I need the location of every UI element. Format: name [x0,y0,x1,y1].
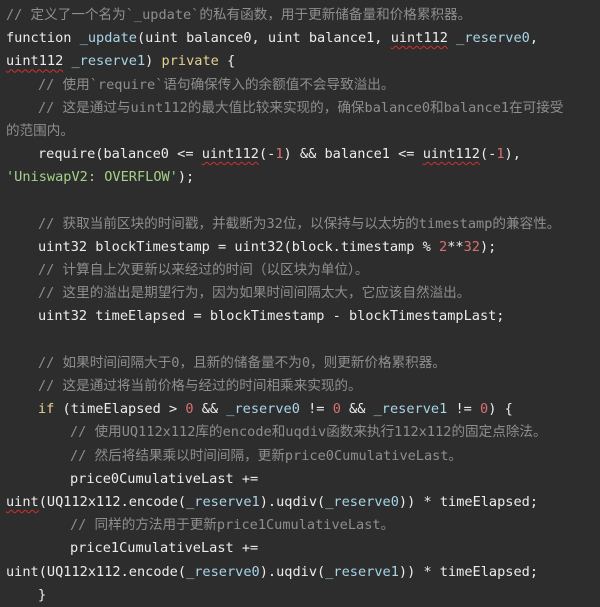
code-line: } [6,584,600,607]
number-literal: 1 [496,146,505,163]
code-comment: // 这里的溢出是期望行为，因为如果时间间隔太大，它应该自然溢出。 [38,285,471,302]
code-token: } [38,586,47,603]
spellcheck-flagged-token: uint112 [6,53,64,70]
spellcheck-flagged-token: uint112 [390,30,448,47]
spellcheck-flagged-token: uint112 [422,146,480,163]
code-token: ** [447,238,464,255]
code-line: require(balance0 <= uint112(-1) && balan… [6,143,600,166]
code-token: && [193,401,227,418]
code-comment: // 这是通过与uint112的最大值比较来实现的，确保balance0和bal… [38,99,564,116]
keyword: if [38,401,55,418]
code-token: && [340,401,374,418]
identifier: _reserve0 [456,30,530,47]
code-comment: 的范围内。 [6,122,74,139]
code-line: // 使用UQ112x112库的encode和uqdiv函数来执行112x112… [6,421,600,444]
code-token: ).uqdiv( [259,563,326,580]
code-token: (- [479,146,497,163]
identifier: _update [79,30,137,47]
code-token: != [299,401,333,418]
code-token: ) && balance1 <= [283,146,423,163]
code-line: // 定义了一个名为`_update`的私有函数，用于更新储备量和价格累积器。 [6,4,600,27]
code-comment: // 计算自上次更新以来经过的时间（以区块为单位）。 [38,262,369,279]
code-token: , [529,30,539,47]
code-line: // 同样的方法用于更新price1CumulativeLast。 [6,514,600,537]
identifier: _reserve0 [186,563,260,580]
code-token: ) { [488,401,513,418]
code-line: 'UniswapV2: OVERFLOW'); [6,166,600,189]
code-token: (timeElapsed > [54,401,186,418]
code-token: ).uqdiv( [259,493,326,510]
identifier: _reserve1 [373,401,448,418]
code-token: function [6,30,80,47]
code-token: ); [177,169,195,186]
code-token: price0CumulativeLast += [70,470,259,487]
code-token: (uint balance0, uint balance1, [136,30,391,47]
code-token: price1CumulativeLast += [70,540,259,557]
code-line: // 使用`require`语句确保传入的余额值不会导致溢出。 [6,74,600,97]
code-token: ); [479,238,497,255]
code-token: uint32 blockTimestamp = uint32(block.tim… [38,238,440,255]
code-token: != [447,401,481,418]
code-line: uint(UQ112x112.encode(_reserve0).uqdiv(_… [6,561,600,584]
code-token: )) * timeElapsed; [398,493,539,510]
number-literal: 0 [332,401,341,418]
code-token: (UQ112x112.encode( [38,493,187,510]
code-token: { [218,53,236,70]
code-line: uint(UQ112x112.encode(_reserve1).uqdiv(_… [6,491,600,514]
code-line: price0CumulativeLast += [6,468,600,491]
code-line: if (timeElapsed > 0 && _reserve0 != 0 &&… [6,398,600,421]
code-comment: // 然后将结果乘以时间间隔，更新price0CumulativeLast。 [70,447,463,464]
code-token: (- [258,146,276,163]
number-literal: 0 [480,401,489,418]
number-literal: 2 [439,238,448,255]
identifier: _reserve1 [186,493,260,510]
spellcheck-flagged-token: uint112 [201,146,259,163]
spellcheck-flagged-token: uint [6,493,39,510]
string-literal: 'UniswapV2: OVERFLOW' [6,169,178,186]
code-line: // 计算自上次更新以来经过的时间（以区块为单位）。 [6,259,600,282]
code-line: // 然后将结果乘以时间间隔，更新price0CumulativeLast。 [6,445,600,468]
number-literal: 1 [275,146,284,163]
code-comment: // 定义了一个名为`_update`的私有函数，用于更新储备量和价格累积器。 [6,7,472,23]
code-line: // 这是通过与uint112的最大值比较来实现的，确保balance0和bal… [6,97,600,120]
code-comment: // 使用`require`语句确保传入的余额值不会导致溢出。 [38,76,395,93]
identifier: _reserve0 [226,401,300,418]
code-line: function _update(uint balance0, uint bal… [6,27,600,50]
code-token: ) [145,53,162,70]
identifier: _reserve1 [325,563,399,580]
code-line: // 获取当前区块的时间戳，并截断为32位，以保持与以太坊的timestamp的… [6,213,600,236]
code-comment: // 如果时间间隔大于0，且新的储备量不为0，则更新价格累积器。 [38,354,446,371]
code-line: 的范围内。 [6,120,600,143]
code-line: uint32 blockTimestamp = uint32(block.tim… [6,236,600,259]
number-literal: 0 [185,401,194,418]
code-token: ), [504,146,521,163]
keyword: private [161,53,219,70]
code-line: // 如果时间间隔大于0，且新的储备量不为0，则更新价格累积器。 [6,352,600,375]
code-comment: // 这是通过将当前价格与经过的时间相乘来实现的。 [38,378,362,394]
code-line: // 这是通过将当前价格与经过的时间相乘来实现的。 [6,375,600,398]
code-token: uint(UQ112x112.encode( [6,563,187,580]
code-line: uint112 _reserve1) private { [6,50,600,73]
identifier: _reserve1 [71,53,146,70]
code-comment: // 同样的方法用于更新price1CumulativeLast。 [70,517,395,534]
code-token: )) * timeElapsed; [398,563,539,580]
number-literal: 32 [463,238,480,255]
code-token: require(balance0 <= [38,146,202,163]
code-line: uint32 timeElapsed = blockTimestamp - bl… [6,305,600,328]
code-editor[interactable]: // 定义了一个名为`_update`的私有函数，用于更新储备量和价格累积器。f… [0,0,600,603]
code-token: uint32 timeElapsed = blockTimestamp - bl… [38,308,505,325]
code-comment: // 获取当前区块的时间戳，并截断为32位，以保持与以太坊的timestamp的… [38,215,561,232]
code-comment: // 使用UQ112x112库的encode和uqdiv函数来执行112x112… [70,424,547,441]
code-line: // 这里的溢出是期望行为，因为如果时间间隔太大，它应该自然溢出。 [6,282,600,305]
identifier: _reserve0 [325,493,399,510]
